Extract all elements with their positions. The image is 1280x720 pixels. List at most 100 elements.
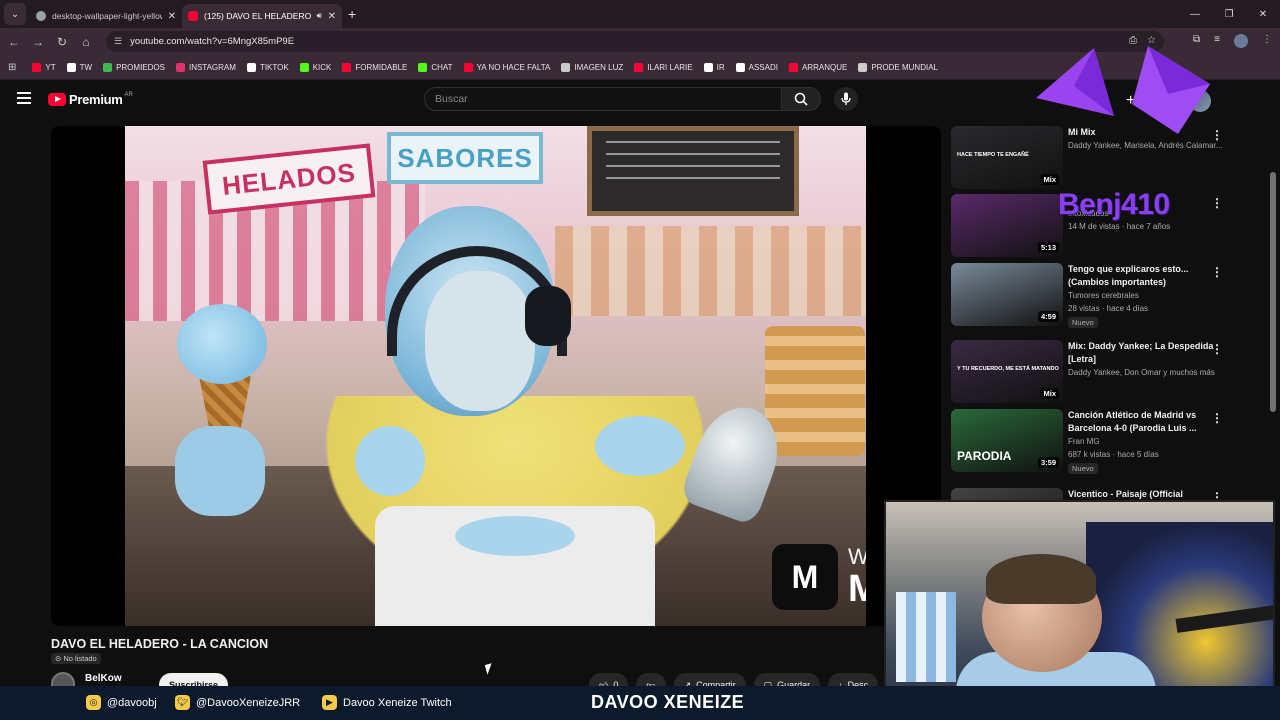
- social-handle: ▶ Davoo Xeneize Twitch: [322, 695, 452, 710]
- bookmark-ya-no-hace-falta[interactable]: YA NO HACE FALTA: [463, 62, 550, 72]
- video-thumbnail[interactable]: 4:59: [951, 263, 1063, 326]
- bookmark-yt[interactable]: YT: [32, 62, 56, 72]
- reload-icon[interactable]: ↻: [50, 35, 74, 49]
- more-options-icon[interactable]: ⋮: [1211, 411, 1223, 425]
- video-thumbnail[interactable]: PARODIA 3:59: [951, 409, 1063, 472]
- hamburger-menu-icon[interactable]: [17, 92, 31, 104]
- sabores-sign: SABORES: [387, 132, 543, 184]
- site-info-icon[interactable]: ☰: [114, 36, 122, 47]
- bookmark-arranque[interactable]: ARRANQUE: [788, 62, 848, 72]
- related-video-item[interactable]: PARODIA 3:59 Canción Atlético de Madrid vs…: [951, 409, 1261, 475]
- bookmark-imagen-luz[interactable]: IMAGEN LUZ: [561, 62, 623, 72]
- tab-title: (125) DAVO EL HELADERO: [204, 11, 311, 21]
- youtube-logo[interactable]: Premium AR: [48, 92, 133, 107]
- voice-search-button[interactable]: [834, 87, 858, 111]
- bookmark-favicon-icon: [299, 62, 309, 72]
- search-box[interactable]: [424, 87, 782, 111]
- channel-meta: Daddy Yankee, Marisela, Andrés Calamar..…: [1068, 141, 1223, 150]
- close-icon[interactable]: ✕: [328, 11, 336, 22]
- new-tab-button[interactable]: +: [348, 6, 356, 22]
- bookmark-label: PRODE MUNDIAL: [871, 62, 938, 72]
- minimize-icon[interactable]: —: [1178, 9, 1212, 20]
- bookmark-label: ARRANQUE: [801, 62, 848, 72]
- new-badge: Nuevo: [1068, 463, 1098, 474]
- bookmark-tw[interactable]: TW: [66, 62, 92, 72]
- media-icon[interactable]: ≡: [1214, 34, 1220, 48]
- bookmark-favicon-icon: [246, 62, 256, 72]
- video-title: DAVO EL HELADERO - LA CANCION: [51, 637, 269, 651]
- video-player[interactable]: HELADOS SABORES M W M: [51, 126, 941, 626]
- watermark: Wondersh Media: [848, 544, 866, 609]
- bookmark-tiktok[interactable]: TIKTOK: [246, 62, 289, 72]
- home-icon[interactable]: ⌂: [74, 35, 98, 49]
- related-video-title[interactable]: Vicentico - Paisaje (Official: [1068, 488, 1218, 501]
- bookmark-label: INSTAGRAM: [188, 62, 236, 72]
- streamer-name: DAVOO XENEIZE: [591, 692, 745, 712]
- twitch-icon: ▶: [322, 695, 337, 710]
- bookmark-label: PROMIEDOS: [116, 62, 165, 72]
- bookmark-favicon-icon: [175, 62, 185, 72]
- bookmark-label: ILARI LARIE: [647, 62, 693, 72]
- restore-icon[interactable]: ❐: [1212, 9, 1246, 20]
- back-icon[interactable]: ←: [2, 35, 26, 49]
- profile-avatar[interactable]: [1234, 34, 1248, 48]
- window-controls: — ❐ ✕: [1178, 0, 1280, 28]
- video-thumbnail[interactable]: HACE TIEMPO TE ENGAÑÉ Mix: [951, 126, 1063, 189]
- bookmark-favicon-icon: [703, 62, 713, 72]
- related-video-title[interactable]: Tengo que explicaros esto... (Cambios im…: [1068, 263, 1218, 288]
- tab-search-button[interactable]: ⌄: [4, 3, 26, 25]
- related-videos: HACE TIEMPO TE ENGAÑÉ Mix Mi Mix Daddy Yank…: [951, 126, 1261, 551]
- twitter-icon: 🐦︎: [175, 695, 190, 710]
- bookmark-favicon-icon: [788, 62, 798, 72]
- tab-wallpaper[interactable]: desktop-wallpaper-light-yellow ✕: [30, 4, 182, 28]
- bookmark-ilari-larie[interactable]: ILARI LARIE: [634, 62, 693, 72]
- more-options-icon[interactable]: ⋮: [1211, 196, 1223, 210]
- apps-grid-icon[interactable]: ⊞: [8, 62, 16, 73]
- related-video-item[interactable]: 4:59 Tengo que explicaros esto... (Cambio…: [951, 263, 1261, 329]
- channel-name[interactable]: BelKow: [85, 673, 122, 684]
- related-video-title[interactable]: Canción Atlético de Madrid vs Barcelona …: [1068, 409, 1218, 434]
- bookmark-formidable[interactable]: FORMIDABLE: [342, 62, 407, 72]
- search-icon: [794, 92, 808, 106]
- search-button[interactable]: [781, 87, 821, 111]
- bookmark-instagram[interactable]: INSTAGRAM: [175, 62, 236, 72]
- video-thumbnail[interactable]: 5:13: [951, 194, 1063, 257]
- bookmark-ir[interactable]: IR: [703, 62, 725, 72]
- views-meta: 14 M de vistas · hace 7 años: [1068, 222, 1171, 231]
- related-video-item[interactable]: Y TU RECUERDO, ME ESTÁ MATANDO Mix Mix: Da…: [951, 340, 1261, 406]
- bookmark-promiedos[interactable]: PROMIEDOS: [103, 62, 165, 72]
- video-thumbnail[interactable]: Y TU RECUERDO, ME ESTÁ MATANDO Mix: [951, 340, 1063, 403]
- social-handle: ◎ @davoobj: [86, 695, 157, 710]
- search-input[interactable]: [435, 93, 781, 105]
- bookmark-prode-mundial[interactable]: PRODE MUNDIAL: [858, 62, 938, 72]
- streamer-hair: [986, 554, 1096, 604]
- page-scrollbar[interactable]: [1270, 172, 1276, 412]
- youtube-favicon-icon: [188, 11, 198, 21]
- more-options-icon[interactable]: ⋮: [1211, 265, 1223, 279]
- candy-shelf: [555, 226, 866, 316]
- address-bar[interactable]: ☰ youtube.com/watch?v=6MngX85mP9E ⎙ ☆: [106, 31, 1164, 52]
- watermark-line1: Wondersh: [848, 544, 866, 569]
- related-video-title[interactable]: Mix: Daddy Yankee; La Despedida [Letra]: [1068, 340, 1218, 365]
- bookmark-chat[interactable]: CHAT: [418, 62, 453, 72]
- new-badge: Nuevo: [1068, 317, 1098, 328]
- more-options-icon[interactable]: ⋮: [1211, 342, 1223, 356]
- cloud-decoration: [595, 416, 685, 476]
- bookmark-favicon-icon: [561, 62, 571, 72]
- bookmark-assadi[interactable]: ASSADI: [735, 62, 778, 72]
- logo-text: Premium: [69, 92, 123, 107]
- url-text[interactable]: youtube.com/watch?v=6MngX85mP9E: [130, 36, 294, 47]
- menu-icon[interactable]: ⋮: [1262, 34, 1272, 48]
- more-options-icon[interactable]: ⋮: [1211, 128, 1223, 142]
- social-label: Davoo Xeneize Twitch: [343, 696, 452, 709]
- close-window-icon[interactable]: ✕: [1246, 9, 1280, 20]
- visibility-label: No listado: [63, 654, 97, 663]
- speaker-icon[interactable]: 🔊︎: [317, 11, 322, 21]
- tab-youtube-video[interactable]: (125) DAVO EL HELADERO 🔊︎ ✕: [182, 4, 342, 28]
- bookmark-favicon-icon: [634, 62, 644, 72]
- bookmark-label: KICK: [312, 62, 332, 72]
- forward-icon[interactable]: →: [26, 35, 50, 49]
- bookmark-kick[interactable]: KICK: [299, 62, 332, 72]
- related-video-item[interactable]: HACE TIEMPO TE ENGAÑÉ Mix Mi Mix Daddy Yank…: [951, 126, 1261, 192]
- close-icon[interactable]: ✕: [168, 11, 176, 22]
